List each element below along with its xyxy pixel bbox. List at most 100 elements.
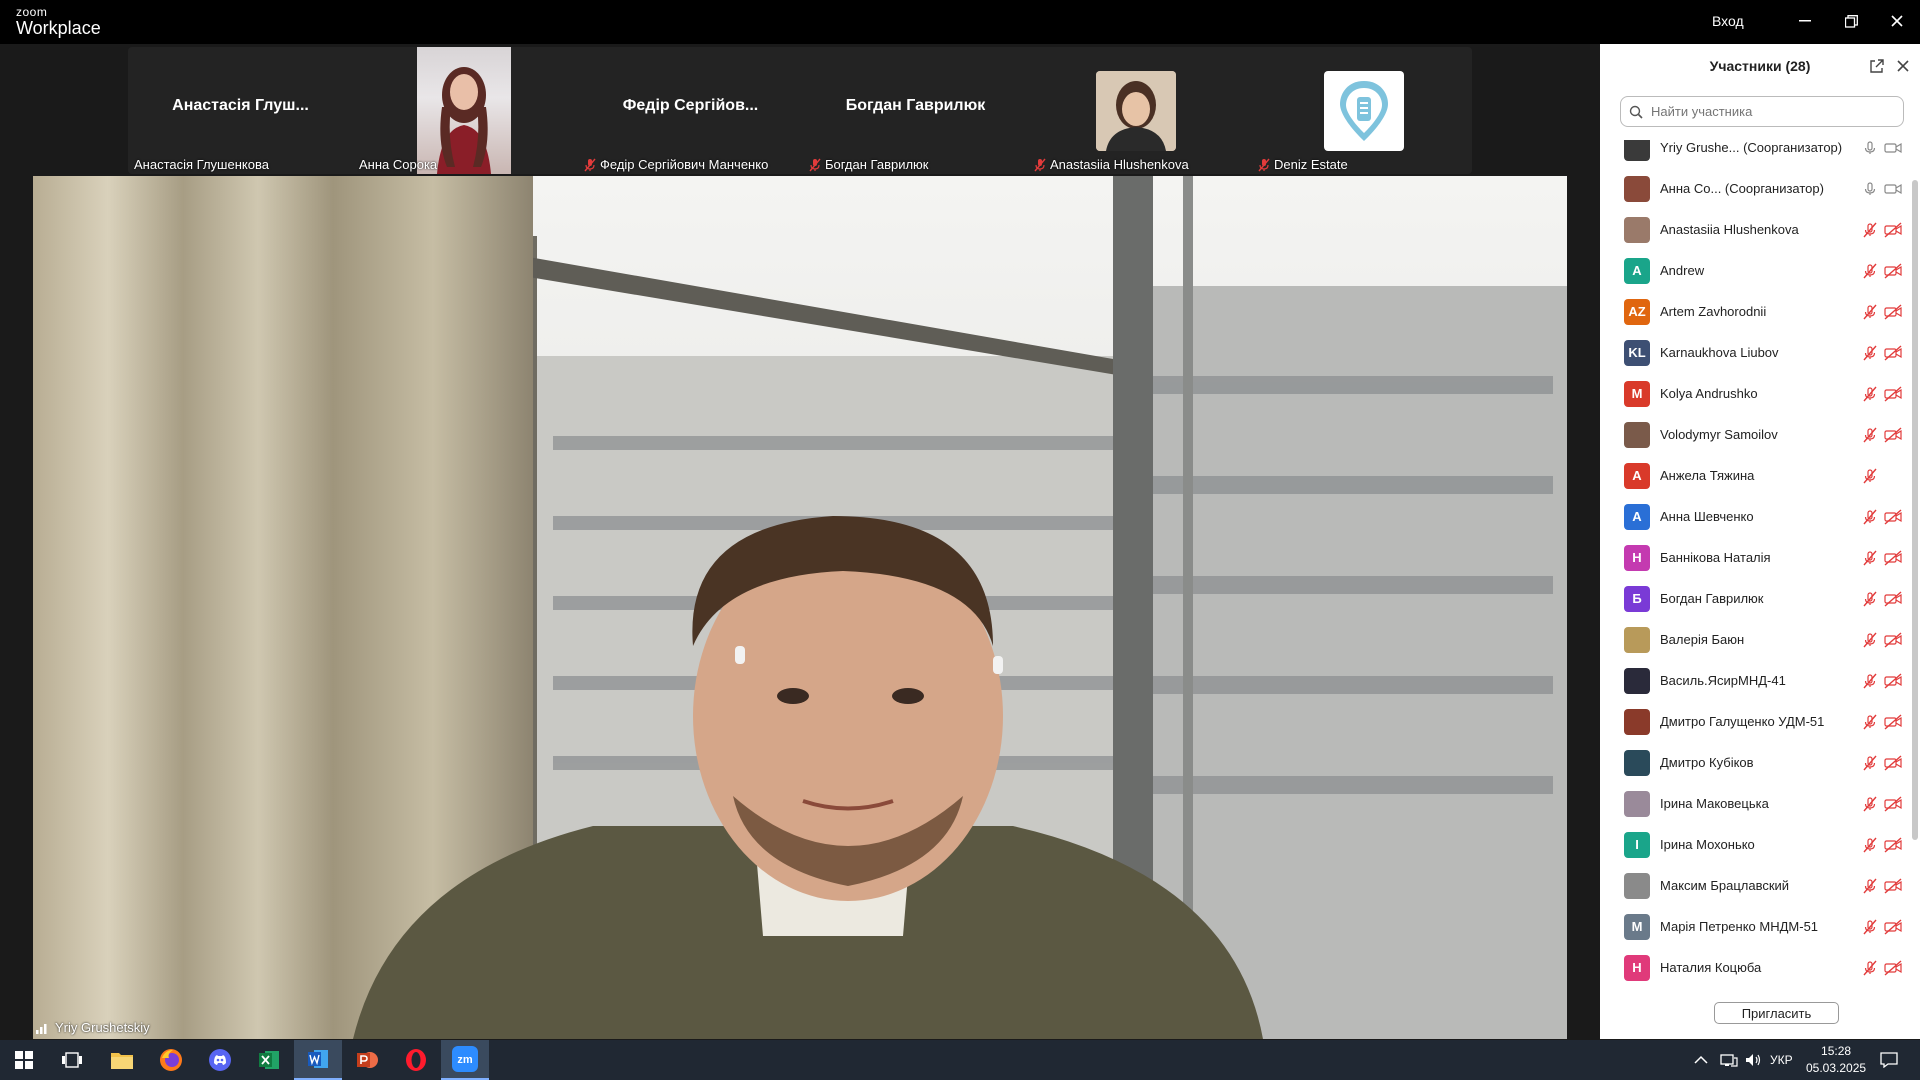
participant-row[interactable]: A Анна Шевченко (1600, 496, 1908, 537)
mic-muted-icon[interactable] (1862, 427, 1878, 443)
camera-off-icon[interactable] (1884, 590, 1902, 607)
firefox-icon[interactable] (147, 1040, 195, 1080)
mic-muted-icon[interactable] (1862, 796, 1878, 812)
restore-icon[interactable] (1839, 10, 1863, 32)
popout-icon[interactable] (1869, 58, 1885, 74)
mic-muted-icon[interactable] (1862, 591, 1878, 607)
mic-muted-icon[interactable] (1862, 960, 1878, 976)
participant-row[interactable]: Yriy Grushe... (Соорганизатор) (1600, 140, 1908, 168)
powerpoint-icon[interactable] (343, 1040, 391, 1080)
mic-icon[interactable] (1862, 181, 1878, 197)
participant-row[interactable]: Василь.ЯсирМНД-41 (1600, 660, 1908, 701)
participant-row[interactable]: Б Богдан Гаврилюк (1600, 578, 1908, 619)
clock[interactable]: 15:28 05.03.2025 (1806, 1043, 1866, 1077)
start-icon[interactable] (0, 1040, 48, 1080)
participant-row[interactable]: Дмитро Кубіков (1600, 742, 1908, 783)
participant-row[interactable]: KL Karnaukhova Liubov (1600, 332, 1908, 373)
excel-icon[interactable] (245, 1040, 293, 1080)
speaker-video-frame (33, 176, 1567, 1039)
mic-muted-icon[interactable] (1862, 345, 1878, 361)
mic-muted-icon[interactable] (1862, 632, 1878, 648)
camera-off-icon[interactable] (1884, 262, 1902, 279)
mic-muted-icon[interactable] (1862, 755, 1878, 771)
language-indicator[interactable]: УКР (1770, 1040, 1793, 1080)
participant-row[interactable]: Anastasiia Hlushenkova (1600, 209, 1908, 250)
notifications-icon[interactable] (1880, 1040, 1898, 1080)
gallery-tile[interactable]: Богдан Гаврилюк Богдан Гаврилюк (803, 47, 1028, 174)
participant-row[interactable]: Н Баннікова Наталія (1600, 537, 1908, 578)
gallery-tile[interactable]: Deniz Estate (1252, 47, 1472, 174)
minimize-icon[interactable] (1793, 10, 1817, 32)
mic-muted-icon[interactable] (1862, 919, 1878, 935)
mic-muted-icon[interactable] (1862, 673, 1878, 689)
camera-off-icon[interactable] (1884, 303, 1902, 320)
camera-off-icon[interactable] (1884, 426, 1902, 443)
mic-muted-icon[interactable] (1862, 263, 1878, 279)
mic-muted-icon[interactable] (1862, 468, 1878, 484)
signin-link[interactable]: Вход (1712, 13, 1744, 29)
volume-icon[interactable] (1745, 1040, 1763, 1080)
mic-muted-icon[interactable] (1862, 837, 1878, 853)
participant-search[interactable] (1620, 96, 1904, 127)
zoom-icon[interactable]: zm (441, 1040, 489, 1080)
search-input[interactable] (1649, 103, 1889, 120)
task-view-icon[interactable] (48, 1040, 96, 1080)
camera-off-icon[interactable] (1884, 877, 1902, 894)
participant-scrollbar[interactable] (1912, 180, 1918, 840)
invite-button[interactable]: Пригласить (1714, 1002, 1839, 1024)
mic-icon[interactable] (1862, 140, 1878, 156)
camera-off-icon[interactable] (1884, 672, 1902, 689)
camera-off-icon[interactable] (1884, 631, 1902, 648)
participant-row[interactable]: M Kolya Andrushko (1600, 373, 1908, 414)
participant-row[interactable]: Анна Со... (Соорганизатор) (1600, 168, 1908, 209)
mic-muted-icon[interactable] (1862, 550, 1878, 566)
tray-chevron-icon[interactable] (1694, 1040, 1708, 1080)
camera-off-icon[interactable] (1884, 221, 1902, 238)
camera-off-icon[interactable] (1884, 508, 1902, 525)
mic-muted-icon[interactable] (1862, 386, 1878, 402)
participant-name: Анна Со... (Соорганизатор) (1660, 181, 1824, 196)
mic-muted-icon[interactable] (1862, 878, 1878, 894)
tile-footer-name: Deniz Estate (1274, 157, 1348, 172)
participant-row[interactable]: A Andrew (1600, 250, 1908, 291)
camera-off-icon[interactable] (1884, 549, 1902, 566)
participant-row[interactable]: Максим Брацлавский (1600, 865, 1908, 906)
camera-off-icon[interactable] (1884, 959, 1902, 976)
participant-row[interactable]: I Ірина Мохонько (1600, 824, 1908, 865)
search-icon (1629, 105, 1643, 119)
camera-off-icon[interactable] (1884, 795, 1902, 812)
mic-muted-icon[interactable] (1862, 714, 1878, 730)
network-icon[interactable] (1720, 1040, 1738, 1080)
camera-off-icon[interactable] (1884, 344, 1902, 361)
participant-row[interactable]: Volodymyr Samoilov (1600, 414, 1908, 455)
participant-row[interactable]: M Марія Петренко МНДМ-51 (1600, 906, 1908, 947)
gallery-tile[interactable]: Федір Сергійов... Федір Сергійович Манче… (578, 47, 803, 174)
opera-icon[interactable] (392, 1040, 440, 1080)
participant-row[interactable]: Дмитро Галущенко УДМ-51 (1600, 701, 1908, 742)
mic-muted-icon[interactable] (1862, 222, 1878, 238)
mic-muted-icon[interactable] (1862, 304, 1878, 320)
discord-icon[interactable] (196, 1040, 244, 1080)
camera-off-icon[interactable] (1884, 713, 1902, 730)
deniz-logo-icon (1324, 71, 1404, 151)
file-explorer-icon[interactable] (98, 1040, 146, 1080)
participant-row[interactable]: Валерія Баюн (1600, 619, 1908, 660)
close-panel-icon[interactable] (1896, 59, 1910, 73)
participant-row[interactable]: AZ Artem Zavhorodnii (1600, 291, 1908, 332)
camera-icon[interactable] (1884, 140, 1902, 156)
active-speaker-video[interactable] (33, 176, 1567, 1039)
gallery-tile[interactable]: Anastasiia Hlushenkova (1028, 47, 1252, 174)
camera-off-icon[interactable] (1884, 385, 1902, 402)
close-icon[interactable] (1885, 10, 1909, 32)
mic-muted-icon[interactable] (1862, 509, 1878, 525)
participant-row[interactable]: A Анжела Тяжина (1600, 455, 1908, 496)
camera-icon[interactable] (1884, 181, 1902, 197)
gallery-tile[interactable]: Анна Сорока (353, 47, 578, 174)
camera-off-icon[interactable] (1884, 754, 1902, 771)
gallery-tile[interactable]: Анастасія Глуш... Анастасія Глушенкова (128, 47, 353, 174)
camera-off-icon[interactable] (1884, 836, 1902, 853)
camera-off-icon[interactable] (1884, 918, 1902, 935)
word-icon[interactable] (294, 1040, 342, 1080)
participant-row[interactable]: Н Наталия Коцюба (1600, 947, 1908, 988)
participant-row[interactable]: Ірина Маковецька (1600, 783, 1908, 824)
